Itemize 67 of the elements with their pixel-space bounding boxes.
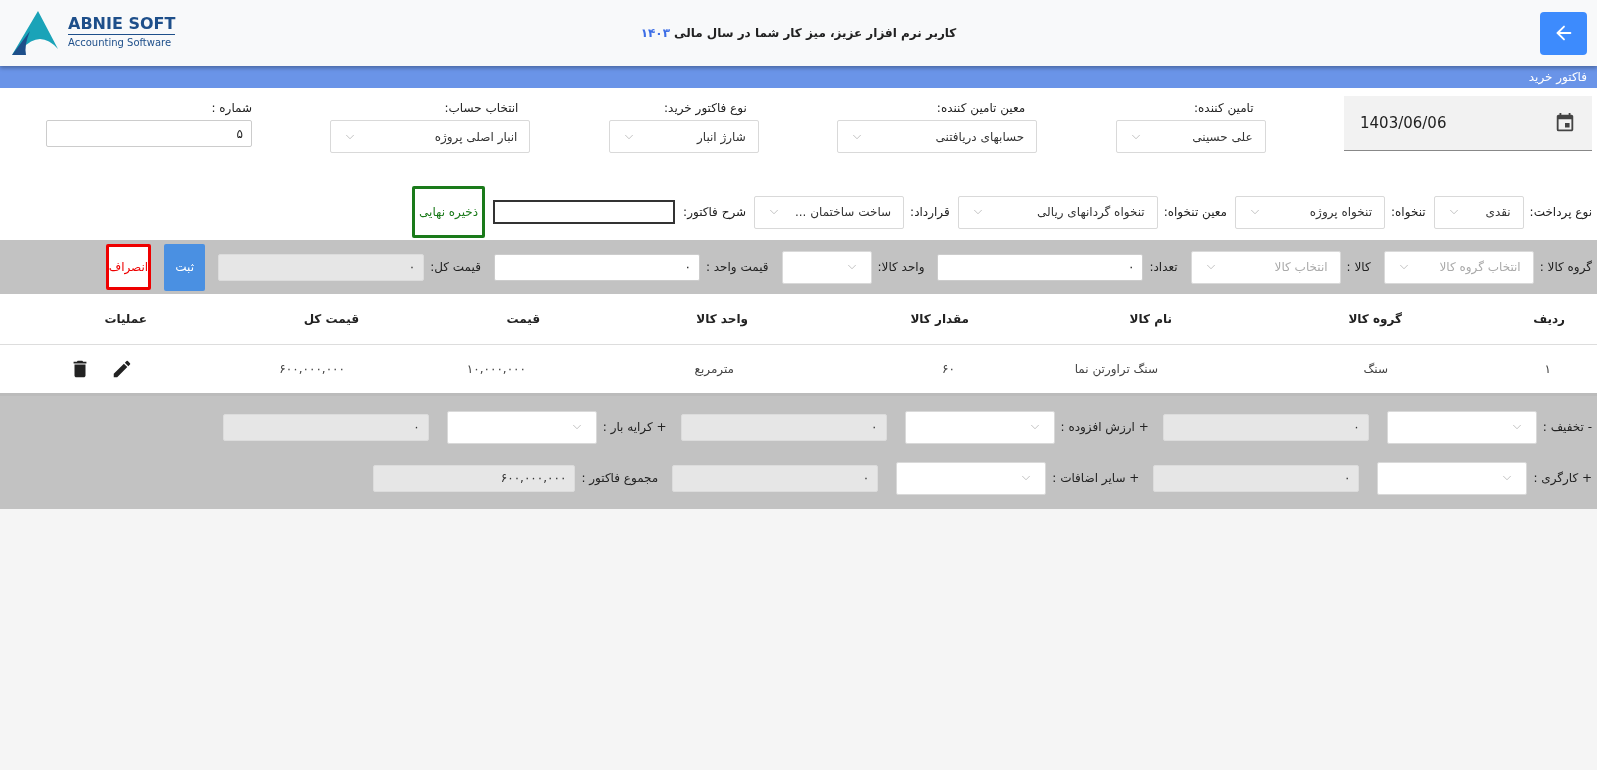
table-cell-text: مترمربع: [693, 361, 735, 378]
column-header: قیمت: [505, 311, 540, 328]
select-field[interactable]: انبار اصلی پروژه: [330, 120, 531, 153]
field-label: تعداد:: [1149, 259, 1178, 276]
select-field[interactable]: حسابهای دریافتنی: [837, 120, 1038, 153]
field-label: شرح فاکتور:: [683, 204, 747, 221]
input-field[interactable]: ۵: [46, 120, 253, 147]
select-field[interactable]: شارژ انبار: [608, 120, 759, 153]
field-label: گروه کالا :: [1539, 259, 1592, 276]
field-label: قیمت واحد :: [705, 259, 769, 276]
select-field[interactable]: تنخواه پروژه: [1235, 195, 1385, 229]
select-field[interactable]: ساخت ساختمان ...: [754, 195, 905, 229]
field-label: قرارداد:: [910, 204, 950, 221]
column-header: مقدار کالا: [909, 311, 969, 328]
field-label: تنخواه:: [1391, 204, 1426, 221]
input-field[interactable]: ۰: [493, 253, 700, 281]
column-header: واحد کالا: [695, 311, 748, 328]
date-field[interactable]: 1403/06/06: [1344, 96, 1592, 151]
field-label: معین تنخواه:: [1163, 204, 1227, 221]
input-field[interactable]: ۰: [937, 253, 1144, 281]
field-label: مجموع فاکتور :: [581, 470, 659, 487]
table-cell-text: سنگ: [1362, 361, 1389, 378]
field-label: + کارگری :: [1533, 470, 1592, 487]
logo-title: ABNIE SOFT: [68, 16, 176, 32]
field-label: + سایر اضافات :: [1052, 470, 1140, 487]
description-field[interactable]: [493, 200, 676, 224]
field-label: - تخفیف :: [1542, 419, 1592, 436]
select-field[interactable]: [446, 410, 597, 444]
table-cell-text: ۶۰: [941, 361, 956, 378]
column-header: ردیف: [1532, 311, 1565, 328]
select-field[interactable]: تنخواه گردانهای ریالی: [957, 195, 1158, 229]
field-label: کالا :: [1346, 259, 1371, 276]
select-field[interactable]: [1377, 461, 1528, 495]
select-field[interactable]: علی حسینی: [1115, 120, 1266, 153]
logo-icon: [10, 9, 60, 57]
select-field[interactable]: نقدی: [1433, 195, 1524, 229]
field-label: معین تامین کننده:: [936, 100, 1027, 117]
fiscal-year: ۱۴۰۳: [640, 25, 670, 42]
edit-icon[interactable]: [111, 358, 133, 380]
welcome-text: کاربر نرم افزار عزیز، میز کار شما در سال مالی: [674, 25, 957, 42]
back-button[interactable]: [1540, 11, 1587, 55]
field-label: + کرایه بار :: [602, 419, 667, 436]
field-label: قیمت کل:: [430, 259, 481, 276]
table-cell-text: ۱: [1543, 361, 1552, 378]
cancel-button[interactable]: انصراف: [106, 244, 152, 290]
field-label: + ارزش افزوده :: [1060, 419, 1149, 436]
select-field[interactable]: [1386, 410, 1537, 444]
field-label: تامین کننده:: [1194, 100, 1255, 117]
column-header: عملیات: [103, 311, 147, 328]
select-field[interactable]: [781, 250, 872, 284]
column-header: نام کالا: [1128, 311, 1172, 328]
select-field[interactable]: [896, 461, 1047, 495]
field-label: شماره :: [211, 100, 253, 117]
column-header: گروه کالا: [1347, 311, 1402, 328]
field-label: واحد کالا:: [877, 259, 925, 276]
table-cell-text: ۱۰,۰۰۰,۰۰۰: [465, 361, 527, 378]
table-cell-text: سنگ تراورتن نما: [1073, 361, 1159, 378]
final-save-button[interactable]: ذخیره نهایی: [412, 186, 486, 238]
field-label: نوع پرداخت:: [1529, 204, 1592, 221]
field-label: نوع فاکتور خرید:: [664, 100, 748, 117]
page-title: فاکتور خرید: [1528, 69, 1587, 86]
field-label: انتخاب حساب:: [444, 100, 520, 117]
select-field[interactable]: [904, 410, 1055, 444]
logo-subtitle: Accounting Software: [68, 34, 176, 50]
calendar-icon: [1554, 112, 1576, 134]
column-header: قیمت کل: [302, 311, 359, 328]
table-cell-text: ۶۰۰,۰۰۰,۰۰۰: [278, 361, 346, 378]
